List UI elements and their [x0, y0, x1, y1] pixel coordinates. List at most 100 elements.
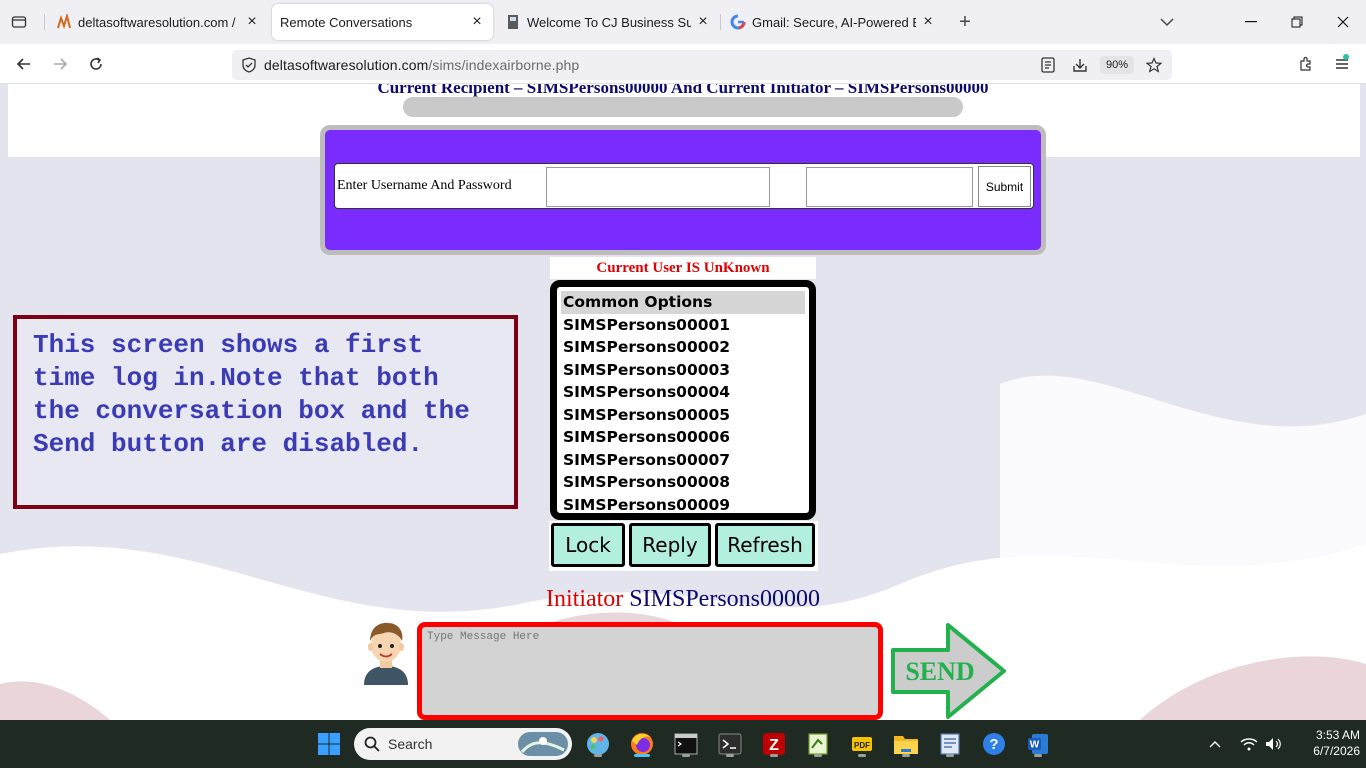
tab-title: Gmail: Secure, AI-Powered Ema	[752, 14, 916, 30]
taskbar-clock[interactable]: 3:53 AM 6/7/2026	[1290, 727, 1360, 759]
list-item[interactable]: SIMSPersons00007	[561, 449, 805, 472]
help-icon[interactable]: ?	[978, 728, 1010, 760]
annotation-text: This screen shows a first time log in.No…	[33, 330, 470, 459]
extensions-icon[interactable]	[1292, 51, 1320, 77]
list-item[interactable]: SIMSPersons00003	[561, 359, 805, 382]
svg-text:Z: Z	[769, 737, 779, 754]
password-input[interactable]	[806, 167, 973, 207]
notepad-plus-icon[interactable]	[802, 728, 834, 760]
list-item[interactable]: SIMSPersons00009	[561, 494, 805, 514]
back-icon[interactable]	[10, 51, 38, 77]
chevron-down-icon[interactable]	[1156, 12, 1178, 32]
terminal-icon[interactable]	[714, 728, 746, 760]
pma-icon	[56, 14, 72, 30]
tab-cj-business[interactable]: Welcome To CJ Business Suppo ×	[497, 4, 719, 40]
bookmark-star-icon[interactable]	[1142, 53, 1166, 77]
list-item[interactable]: SIMSPersons00005	[561, 404, 805, 427]
login-label: Enter Username And Password	[337, 178, 512, 193]
recipient-list[interactable]: Common Options SIMSPersons00001 SIMSPers…	[550, 280, 816, 520]
search-highlight-icon	[518, 732, 568, 756]
tab-title: deltasoftwaresolution.com / loc	[78, 14, 240, 30]
close-tab-icon[interactable]: ×	[920, 13, 936, 30]
wifi-icon[interactable]	[1240, 720, 1258, 768]
restore-icon[interactable]	[1282, 8, 1312, 36]
tab-separator	[720, 14, 721, 30]
svg-text:?: ?	[989, 736, 998, 753]
initiator-name: SIMSPersons00000	[629, 586, 820, 612]
clock-date: 6/7/2026	[1313, 744, 1360, 758]
browser-tab-bar: deltasoftwaresolution.com / loc × Remote…	[0, 0, 1366, 44]
reload-icon[interactable]	[82, 51, 110, 77]
list-item[interactable]: SIMSPersons00006	[561, 426, 805, 449]
close-tab-icon[interactable]: ×	[695, 13, 711, 30]
url-domain: deltasoftwaresolution.com	[264, 57, 429, 73]
list-item[interactable]: SIMSPersons00001	[561, 314, 805, 337]
refresh-button[interactable]: Refresh	[715, 523, 815, 567]
shield-icon[interactable]	[234, 50, 264, 80]
windows-start-icon[interactable]	[313, 728, 345, 760]
send-label: SEND	[905, 657, 974, 686]
action-button-row: Lock Reply Refresh	[549, 521, 818, 571]
chevron-up-icon[interactable]	[1208, 720, 1222, 768]
reader-view-icon[interactable]	[1036, 53, 1060, 77]
pdf-app-icon[interactable]: PDF	[846, 728, 878, 760]
list-item[interactable]: SIMSPersons00002	[561, 336, 805, 359]
volume-icon[interactable]	[1265, 720, 1283, 768]
menu-icon[interactable]	[1328, 51, 1356, 77]
close-tab-icon[interactable]: ×	[244, 13, 260, 30]
word-icon[interactable]: W	[1022, 728, 1054, 760]
submit-button[interactable]: Submit	[978, 166, 1031, 207]
list-item[interactable]: SIMSPersons00008	[561, 471, 805, 494]
login-panel: Enter Username And Password Submit	[320, 125, 1046, 255]
list-item[interactable]: Common Options	[561, 291, 805, 314]
new-tab-icon[interactable]: +	[952, 9, 978, 35]
paint-app-icon[interactable]	[582, 728, 614, 760]
close-tab-icon[interactable]: ×	[469, 13, 485, 30]
url-path: /sims/indexairborne.php	[428, 57, 580, 73]
firefox-icon[interactable]	[626, 728, 658, 760]
browser-nav-bar: deltasoftwaresolution.com/sims/indexairb…	[0, 44, 1366, 84]
book-icon	[505, 14, 521, 30]
current-user-status: Current User IS UnKnown	[550, 257, 816, 279]
avatar-icon	[364, 622, 408, 685]
username-input[interactable]	[546, 167, 770, 207]
document-viewer-icon[interactable]	[934, 728, 966, 760]
tab-title: Welcome To CJ Business Suppo	[527, 14, 691, 30]
update-dot	[1343, 54, 1349, 60]
progress-bar	[403, 97, 963, 117]
reply-button[interactable]: Reply	[629, 523, 711, 567]
message-textarea[interactable]	[417, 622, 883, 720]
tab-separator	[44, 14, 45, 30]
search-label: Search	[388, 736, 433, 752]
login-form: Enter Username And Password Submit	[334, 163, 1034, 209]
send-button[interactable]: SEND	[890, 622, 1008, 720]
filezilla-icon[interactable]: Z	[758, 728, 790, 760]
windows-taskbar: Search Z PDF ? W 3:53 AM 6/7/2026	[0, 720, 1366, 768]
clock-time: 3:53 AM	[1315, 728, 1360, 742]
minimize-icon[interactable]	[1236, 8, 1266, 36]
lock-button[interactable]: Lock	[551, 523, 625, 567]
tab-list-icon[interactable]	[6, 9, 32, 35]
taskbar-search[interactable]: Search	[354, 728, 572, 760]
search-icon	[364, 736, 380, 752]
google-icon	[730, 14, 746, 30]
tab-remote-conversations[interactable]: Remote Conversations ×	[272, 4, 493, 40]
svg-text:W: W	[1030, 740, 1040, 751]
list-item[interactable]: SIMSPersons00004	[561, 381, 805, 404]
annotation-note: This screen shows a first time log in.No…	[13, 315, 518, 509]
forward-icon[interactable]	[46, 51, 74, 77]
address-bar[interactable]: deltasoftwaresolution.com/sims/indexairb…	[232, 50, 1172, 80]
tab-deltasoftwaresolution[interactable]: deltasoftwaresolution.com / loc ×	[48, 4, 268, 40]
file-explorer-icon[interactable]	[890, 728, 922, 760]
tab-title: Remote Conversations	[280, 14, 413, 30]
recipient-status: Current Recipient – SIMSPersons00000 And…	[377, 84, 989, 97]
initiator-label: Initiator	[545, 586, 624, 612]
web-page: Current Recipient – SIMSPersons00000 And…	[0, 84, 1366, 720]
save-to-pocket-icon[interactable]	[1068, 53, 1092, 77]
command-prompt-icon[interactable]	[670, 728, 702, 760]
close-window-icon[interactable]	[1328, 8, 1358, 36]
zoom-level[interactable]: 90%	[1099, 56, 1134, 74]
initiator-heading: Initiator SIMSPersons00000	[0, 586, 1366, 613]
svg-text:PDF: PDF	[854, 741, 870, 750]
tab-gmail[interactable]: Gmail: Secure, AI-Powered Ema ×	[722, 4, 944, 40]
